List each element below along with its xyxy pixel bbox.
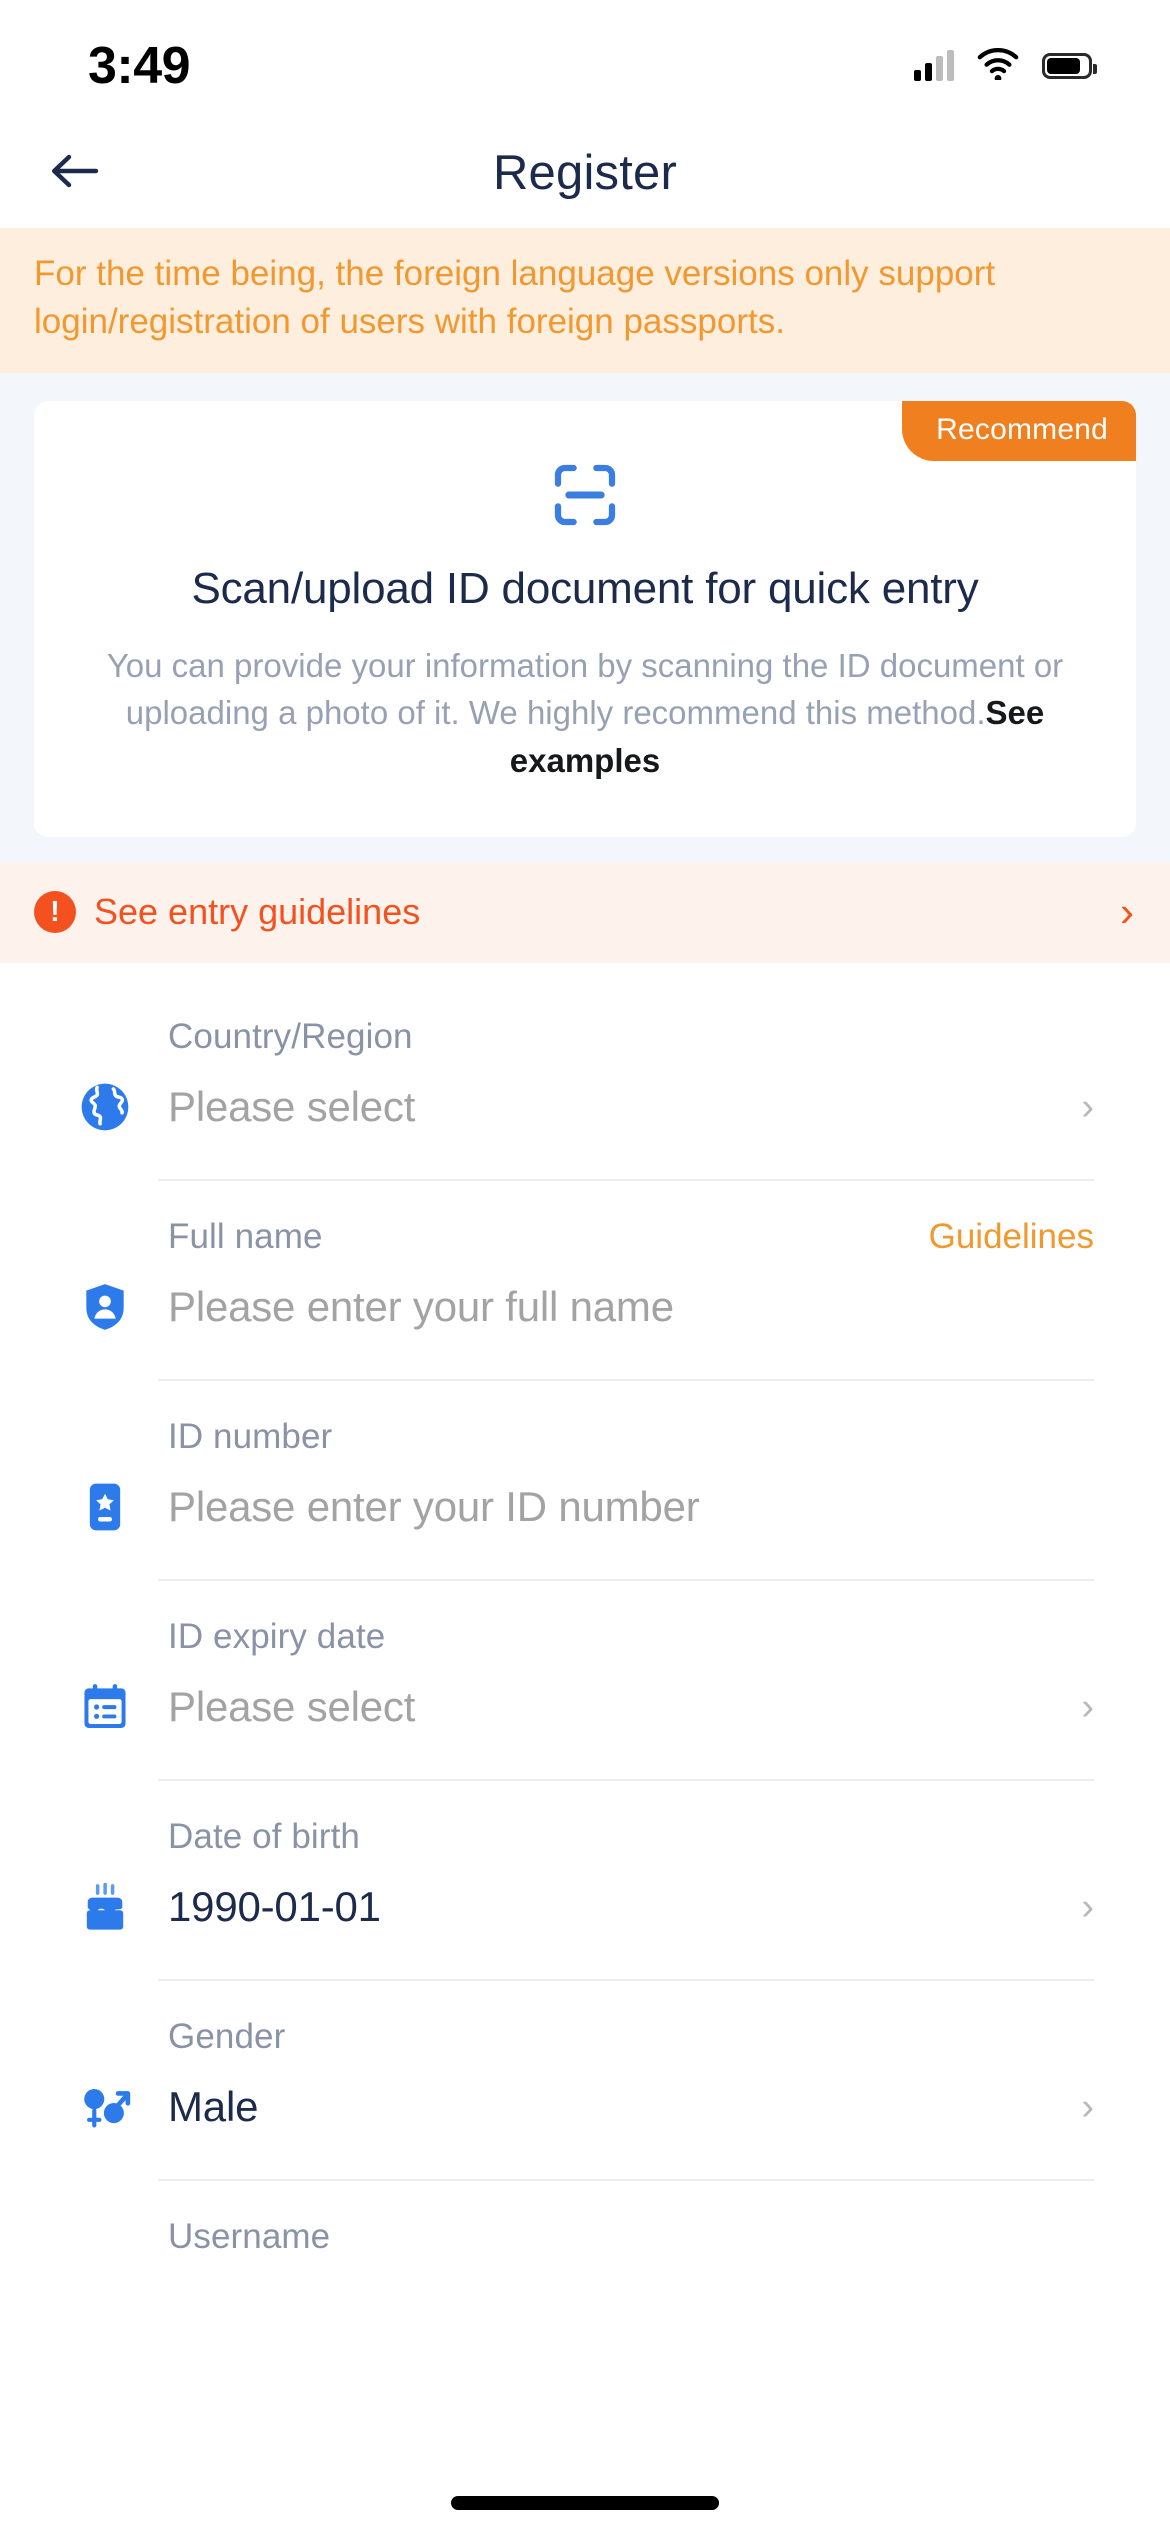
field-label: ID number: [168, 1417, 332, 1457]
calendar-icon: [74, 1676, 136, 1738]
scan-upload-card[interactable]: Recommend Scan/upload ID document for qu…: [34, 401, 1136, 838]
status-bar-time: 3:49: [88, 22, 190, 96]
field-label: Date of birth: [168, 1817, 360, 1857]
scan-card-description: You can provide your information by scan…: [74, 642, 1096, 786]
gender-icon: [74, 2076, 136, 2138]
field-label: Username: [168, 2217, 330, 2257]
see-entry-guidelines-label: See entry guidelines: [94, 891, 1102, 933]
field-body[interactable]: Please enter your full name: [0, 1257, 1138, 1357]
id-card-icon: [74, 1476, 136, 1538]
globe-icon: [74, 1076, 136, 1138]
chevron-right-icon: ›: [1071, 2088, 1094, 2126]
field-gender[interactable]: Gender Male ›: [0, 1981, 1170, 2181]
see-entry-guidelines-row[interactable]: ! See entry guidelines ›: [0, 863, 1170, 963]
field-full-name[interactable]: Full name Guidelines Please enter your f…: [0, 1181, 1170, 1381]
field-label-row: ID expiry date: [0, 1581, 1138, 1657]
page-title: Register: [0, 145, 1170, 201]
field-username[interactable]: Username: [0, 2181, 1170, 2257]
field-label-row: Date of birth: [0, 1781, 1138, 1857]
field-body[interactable]: Male ›: [0, 2057, 1138, 2157]
battery-icon: [1042, 53, 1092, 79]
field-body[interactable]: 1990-01-01 ›: [0, 1857, 1138, 1957]
notice-banner-text: For the time being, the foreign language…: [34, 250, 1136, 347]
status-bar: 3:49: [0, 0, 1170, 118]
field-label-row: Gender: [0, 1981, 1138, 2057]
registration-form: Country/Region Please select › Full name…: [0, 963, 1170, 2257]
chevron-right-icon: ›: [1071, 1888, 1094, 1926]
field-value[interactable]: Male: [168, 2083, 1071, 2131]
field-body[interactable]: Please select ›: [0, 1657, 1138, 1757]
alert-circle-icon: !: [34, 891, 76, 933]
field-label-row: ID number: [0, 1381, 1138, 1457]
field-label: Country/Region: [168, 1017, 413, 1057]
field-label: Gender: [168, 2017, 285, 2057]
field-label-row: Country/Region: [0, 981, 1138, 1057]
field-value[interactable]: Please enter your ID number: [168, 1483, 1094, 1531]
full-name-guidelines-link[interactable]: Guidelines: [929, 1217, 1094, 1257]
cellular-signal-icon: [914, 51, 954, 81]
chevron-right-icon: ›: [1071, 1088, 1094, 1126]
status-bar-indicators: [914, 34, 1092, 85]
field-value[interactable]: Please select: [168, 1083, 1071, 1131]
field-id-number[interactable]: ID number Please enter your ID number: [0, 1381, 1170, 1581]
field-date-of-birth[interactable]: Date of birth 1990-01-01 ›: [0, 1781, 1170, 1981]
recommend-badge: Recommend: [902, 401, 1136, 461]
scan-card-description-text: You can provide your information by scan…: [107, 647, 1063, 732]
scan-icon-row: [74, 459, 1096, 536]
field-id-expiry-date[interactable]: ID expiry date Please select ›: [0, 1581, 1170, 1781]
field-value[interactable]: Please enter your full name: [168, 1283, 1094, 1331]
field-label: Full name: [168, 1217, 323, 1257]
chevron-right-icon: ›: [1120, 891, 1134, 933]
field-value[interactable]: 1990-01-01: [168, 1883, 1071, 1931]
field-label: ID expiry date: [168, 1617, 385, 1657]
birthday-cake-icon: [74, 1876, 136, 1938]
scan-card-title: Scan/upload ID document for quick entry: [74, 564, 1096, 614]
notice-banner: For the time being, the foreign language…: [0, 228, 1170, 373]
field-label-row: Username: [0, 2181, 1138, 2257]
field-body[interactable]: Please select ›: [0, 1057, 1138, 1157]
user-shield-icon: [74, 1276, 136, 1338]
home-indicator: [451, 2496, 719, 2510]
arrow-left-icon: [47, 151, 103, 196]
nav-header: Register: [0, 118, 1170, 228]
field-country-region[interactable]: Country/Region Please select ›: [0, 981, 1170, 1181]
field-value[interactable]: Please select: [168, 1683, 1071, 1731]
field-label-row: Full name Guidelines: [0, 1181, 1138, 1257]
scan-document-icon: [549, 459, 621, 536]
wifi-icon: [976, 48, 1020, 85]
field-body[interactable]: Please enter your ID number: [0, 1457, 1138, 1557]
back-button[interactable]: [40, 138, 110, 208]
chevron-right-icon: ›: [1071, 1688, 1094, 1726]
scan-card-section: Recommend Scan/upload ID document for qu…: [0, 373, 1170, 864]
